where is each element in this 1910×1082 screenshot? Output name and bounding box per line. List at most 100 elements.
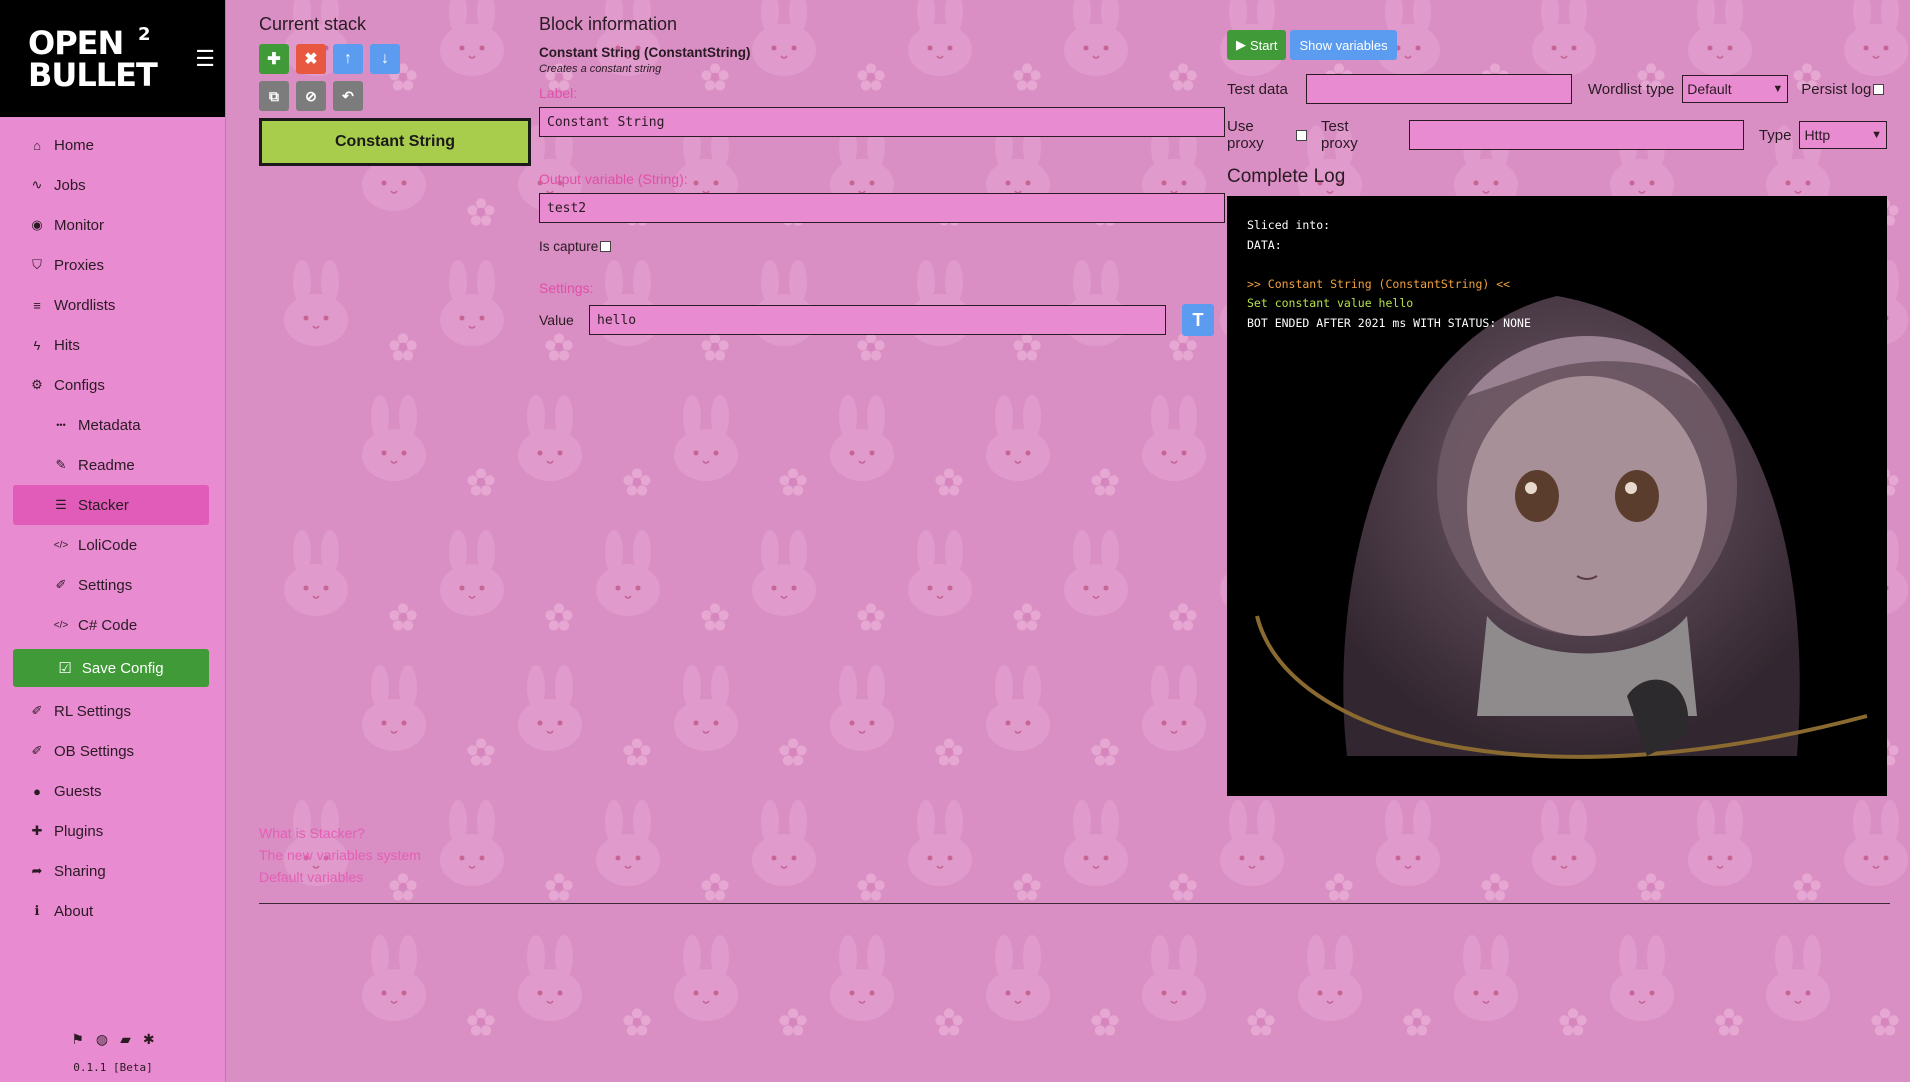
- settings-title: Settings:: [539, 280, 594, 296]
- help-link-default-variables[interactable]: Default variables: [259, 866, 421, 888]
- sidebar-item-home[interactable]: ⌂ Home: [0, 125, 225, 165]
- sidebar-item-about[interactable]: ℹ About: [0, 891, 225, 931]
- sidebar-item-label: Jobs: [54, 176, 86, 194]
- sidebar-item-label: Wordlists: [54, 296, 116, 314]
- stack-toolbar-row-1: ✚ ✖ ↑ ↓: [259, 44, 531, 74]
- code-icon: </>: [53, 539, 69, 551]
- sidebar-item-label: About: [54, 902, 94, 920]
- stack-block-constant-string[interactable]: Constant String: [259, 118, 531, 166]
- persist-log-checkbox[interactable]: [1873, 83, 1885, 95]
- save-config-button[interactable]: ☑ Save Config: [13, 649, 209, 687]
- undo-button[interactable]: ↶: [333, 81, 363, 111]
- complete-log-title: Complete Log: [1227, 166, 1346, 187]
- test-data-input[interactable]: [1305, 74, 1572, 104]
- start-button[interactable]: ▶ Start: [1227, 30, 1287, 60]
- sidebar-item-monitor[interactable]: ◉ Monitor: [0, 205, 225, 245]
- code-icon: </>: [53, 619, 69, 631]
- value-setting-row: Value hello T: [539, 304, 1225, 336]
- log-line: DATA:: [1247, 237, 1282, 252]
- share-icon: ➦: [31, 863, 43, 878]
- debugger-buttons: ▶ Start Show variables: [1227, 30, 1887, 60]
- value-input[interactable]: hello: [589, 305, 1166, 335]
- pulse-icon: ∿: [31, 177, 43, 192]
- flag-icon[interactable]: ⚑: [71, 1031, 84, 1048]
- sidebar-item-csharp-code[interactable]: </> C# Code: [0, 605, 225, 645]
- globe-icon[interactable]: ◍: [96, 1031, 108, 1048]
- value-label: Value: [539, 312, 574, 328]
- stack-toolbar-row-2: ⧉ ⊘ ↶: [259, 81, 531, 111]
- sidebar-item-lolicode[interactable]: </> LoliCode: [0, 525, 225, 565]
- sidebar-item-label: Stacker: [78, 496, 129, 514]
- sidebar-item-label: Hits: [54, 336, 80, 354]
- sidebar-item-label: RL Settings: [54, 702, 131, 720]
- sidebar-item-wordlists[interactable]: ≡ Wordlists: [0, 285, 225, 325]
- sidebar-item-rl-settings[interactable]: ✐ RL Settings: [0, 691, 225, 731]
- persist-log-label: Persist log: [1801, 80, 1872, 98]
- sidebar-item-label: Home: [54, 136, 95, 154]
- sidebar-item-proxies[interactable]: ⛉ Proxies: [0, 245, 225, 285]
- sidebar-item-label: Configs: [54, 376, 105, 394]
- sidebar-item-sharing[interactable]: ➦ Sharing: [0, 851, 225, 891]
- ellipsis-icon: •••: [56, 420, 66, 430]
- help-link-stacker[interactable]: What is Stacker?: [259, 822, 421, 844]
- is-capture-row: Is capture: [539, 239, 1225, 254]
- sidebar-item-stacker[interactable]: ☰ Stacker: [13, 485, 209, 525]
- footer-icons: ⚑ ◍ ▰ ✱: [0, 1031, 226, 1048]
- bug-icon[interactable]: ✱: [143, 1031, 155, 1048]
- clone-block-button[interactable]: ⧉: [259, 81, 289, 111]
- output-variable-input[interactable]: test2: [539, 193, 1225, 223]
- sidebar-item-settings[interactable]: ✐ Settings: [0, 565, 225, 605]
- is-capture-checkbox[interactable]: [600, 241, 612, 252]
- sidebar-item-label: Metadata: [78, 416, 141, 434]
- proxy-type-value: Http: [1804, 127, 1831, 143]
- setting-mode-switch-button[interactable]: T: [1182, 304, 1214, 336]
- wordlist-type-select[interactable]: Default ▼: [1682, 75, 1789, 103]
- sidebar-item-label: Plugins: [54, 822, 104, 840]
- sidebar-item-metadata[interactable]: ••• Metadata: [0, 405, 225, 445]
- label-input[interactable]: Constant String: [539, 107, 1225, 137]
- add-block-button[interactable]: ✚: [259, 44, 289, 74]
- sidebar-item-ob-settings[interactable]: ✐ OB Settings: [0, 731, 225, 771]
- move-up-button[interactable]: ↑: [333, 44, 363, 74]
- sidebar-item-hits[interactable]: ϟ Hits: [0, 325, 225, 365]
- eye-icon: ◉: [31, 217, 43, 232]
- sidebar-item-jobs[interactable]: ∿ Jobs: [0, 165, 225, 205]
- wrench-icon: ✐: [31, 703, 43, 718]
- log-line: Set constant value hello: [1247, 296, 1414, 310]
- proxy-type-select[interactable]: Http ▼: [1799, 121, 1887, 149]
- label-field-title: Label:: [539, 85, 578, 101]
- home-icon: ⌂: [33, 137, 41, 153]
- save-config-label: Save Config: [81, 659, 164, 677]
- use-proxy-label: Use proxy: [1227, 118, 1264, 152]
- wrench-icon: ✐: [31, 743, 43, 758]
- test-proxy-input[interactable]: [1408, 120, 1744, 150]
- menu-toggle-icon[interactable]: ☰: [195, 46, 215, 72]
- sidebar-item-label: C# Code: [78, 616, 138, 634]
- shield-icon: ⛉: [32, 257, 42, 272]
- move-down-button[interactable]: ↓: [370, 44, 400, 74]
- block-information-title: Block information: [539, 14, 678, 34]
- user-icon: ●: [33, 783, 41, 799]
- is-capture-label: Is capture: [539, 239, 599, 254]
- disable-block-button[interactable]: ⊘: [296, 81, 326, 111]
- sidebar-item-guests[interactable]: ● Guests: [0, 771, 225, 811]
- log-line: Sliced into:: [1247, 218, 1331, 232]
- wrench-icon: ✐: [55, 577, 67, 592]
- gear-icon: ⚙: [31, 377, 43, 392]
- remove-block-button[interactable]: ✖: [296, 44, 326, 74]
- book-icon[interactable]: ▰: [120, 1031, 131, 1048]
- play-icon: ▶: [1236, 37, 1246, 52]
- sidebar-item-configs[interactable]: ⚙ Configs: [0, 365, 225, 405]
- info-icon: ℹ: [34, 903, 40, 918]
- show-variables-button[interactable]: Show variables: [1290, 30, 1397, 60]
- complete-log-box[interactable]: Sliced into: DATA: >> Constant String (Con…: [1227, 196, 1887, 796]
- use-proxy-checkbox[interactable]: [1296, 129, 1308, 141]
- sidebar-item-plugins[interactable]: ✚ Plugins: [0, 811, 225, 851]
- proxy-type-label: Type: [1758, 126, 1792, 144]
- save-check-icon: ☑: [58, 660, 72, 677]
- sidebar-item-readme[interactable]: ✎ Readme: [0, 445, 225, 485]
- sidebar-item-label: Monitor: [54, 216, 105, 234]
- sidebar-item-label: OB Settings: [54, 742, 135, 760]
- help-link-variables-system[interactable]: The new variables system: [259, 844, 421, 866]
